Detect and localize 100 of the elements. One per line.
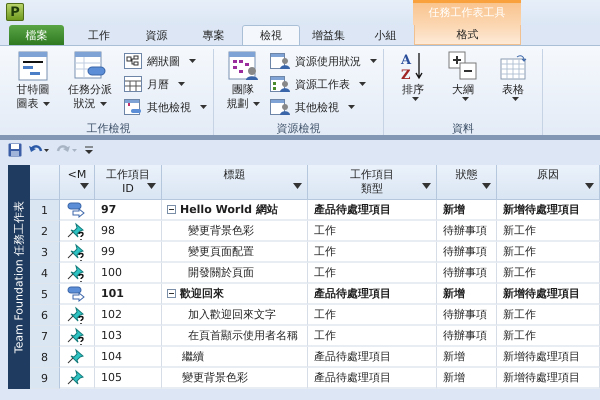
ribbon-button[interactable]: A Z 排序: [390, 49, 436, 121]
table-cell: 待辦事項: [437, 305, 497, 326]
save-icon[interactable]: [8, 143, 22, 157]
sheet-label: Team Foundation 任務工作表: [12, 200, 26, 354]
app-logo: P: [6, 3, 24, 21]
table-cell: 工作: [308, 221, 437, 242]
summary-task-icon: [67, 286, 87, 302]
pushpin-question-icon: [67, 306, 87, 324]
task-title: Hello World 網站: [180, 202, 278, 217]
table-cell: 新增待處理項目: [497, 347, 600, 368]
caret-icon[interactable]: [200, 105, 207, 109]
caret-icon[interactable]: [359, 82, 366, 86]
file-tab[interactable]: 檔案: [9, 25, 64, 45]
row-number: 9: [30, 368, 60, 389]
ribbon-button[interactable]: 任務分派 狀況: [60, 49, 120, 121]
minus-icon: [169, 207, 174, 212]
corner-header: [30, 165, 60, 200]
summary-task-icon: [67, 202, 87, 218]
column-header[interactable]: 狀態: [437, 165, 497, 200]
column-header[interactable]: 標題: [162, 165, 308, 200]
table-cell: 新工作: [497, 326, 600, 347]
task-usage-icon: [74, 51, 106, 81]
ribbon-button[interactable]: 甘特圖 圖表: [10, 49, 56, 121]
table-cell: 101: [95, 284, 162, 305]
views-icon: [124, 99, 142, 115]
filter-icon[interactable]: [80, 183, 89, 189]
row-number: 2: [30, 221, 60, 242]
caret-icon[interactable]: [189, 59, 196, 63]
table-cell: 工作: [308, 305, 437, 326]
caret-icon[interactable]: [412, 97, 418, 101]
table-cell: 新增待處理項目: [497, 200, 600, 221]
ribbon-menu-button[interactable]: 其他檢視: [124, 97, 207, 117]
pushpin-icon: [67, 348, 87, 366]
filter-icon[interactable]: [293, 183, 302, 189]
contextual-tab-group: 任務工作表工具: [413, 0, 521, 25]
table-cell: 103: [95, 326, 162, 347]
table-cell: 104: [95, 347, 162, 368]
ribbon-tab[interactable]: 資源: [128, 25, 185, 45]
ribbon-menu-button[interactable]: 資源使用狀況: [270, 51, 377, 71]
group-label: 資源檢視: [276, 121, 322, 135]
caret-icon[interactable]: [100, 102, 106, 106]
resource-view-icon: [270, 53, 290, 69]
row-number: 1: [30, 200, 60, 221]
ribbon-menu-button[interactable]: 其他檢視: [270, 97, 377, 117]
caret-icon[interactable]: [178, 82, 185, 86]
ribbon-button[interactable]: 表格: [490, 49, 536, 121]
ribbon-tab[interactable]: 檢視: [242, 25, 300, 45]
column-header[interactable]: 工作項目 類型: [308, 165, 437, 200]
caret-icon[interactable]: [512, 97, 518, 101]
pushpin-question-icon: [67, 264, 87, 282]
gantt-chart-icon: [18, 51, 48, 81]
table-cell: 新增待處理項目: [497, 284, 600, 305]
caret-icon[interactable]: [462, 97, 468, 101]
collapse-toggle[interactable]: [167, 205, 176, 214]
ribbon-menu-button[interactable]: 資源工作表: [270, 74, 377, 94]
caret-icon[interactable]: [252, 102, 260, 106]
task-title: 開發關於頁面: [188, 265, 254, 280]
table-cell: 新增: [437, 368, 497, 389]
collapse-toggle[interactable]: [167, 289, 176, 298]
column-header[interactable]: <M: [60, 165, 95, 200]
table-cell: 新工作: [497, 305, 600, 326]
ribbon-menu-button[interactable]: 網狀圖: [124, 51, 207, 71]
table-cell: 105: [95, 368, 162, 389]
ribbon-tab[interactable]: 增益集: [300, 25, 357, 45]
pushpin-question-icon: [67, 326, 87, 344]
caret-icon[interactable]: [42, 102, 50, 106]
table-cell: 待辦事項: [437, 221, 497, 242]
resource-view-icon: [270, 99, 290, 115]
caret-icon[interactable]: [348, 105, 355, 109]
ribbon-tab[interactable]: 小組: [356, 25, 414, 45]
table-cell: 新增: [437, 347, 497, 368]
table-cell: 新增: [437, 284, 497, 305]
pushpin-question-icon: [67, 242, 87, 260]
minus-icon: [169, 291, 174, 296]
table-cell: 新工作: [497, 221, 600, 242]
filter-icon[interactable]: [585, 183, 594, 189]
table-cell: 產品待處理項目: [308, 368, 437, 389]
customize-toolbar-icon[interactable]: [84, 145, 94, 155]
outline-icon: [448, 51, 478, 81]
ribbon-menu-button[interactable]: 月曆: [124, 74, 207, 94]
ribbon-button[interactable]: 團隊 規劃: [220, 49, 266, 121]
pushpin-question-icon: [67, 222, 87, 240]
caret-icon[interactable]: [370, 59, 377, 63]
filter-icon[interactable]: [482, 183, 491, 189]
column-header[interactable]: 原因: [497, 165, 600, 200]
filter-icon[interactable]: [147, 183, 156, 189]
column-header[interactable]: 工作項目 ID: [95, 165, 162, 200]
ribbon-button[interactable]: 大綱: [440, 49, 486, 121]
table-cell: 工作: [308, 263, 437, 284]
team-planner-icon: [228, 51, 258, 81]
ribbon-tab[interactable]: 專案: [184, 25, 242, 45]
table-cell: 新工作: [497, 242, 600, 263]
task-title: 歡迎回來: [180, 286, 224, 301]
ribbon-tab[interactable]: 格式: [414, 25, 521, 45]
filter-icon[interactable]: [422, 183, 431, 189]
table-cell: 100: [95, 263, 162, 284]
table-cell: 工作: [308, 242, 437, 263]
task-title: 加入歡迎回來文字: [188, 307, 276, 322]
table-cell: 產品待處理項目: [308, 284, 437, 305]
ribbon-tab[interactable]: 工作: [70, 25, 128, 45]
